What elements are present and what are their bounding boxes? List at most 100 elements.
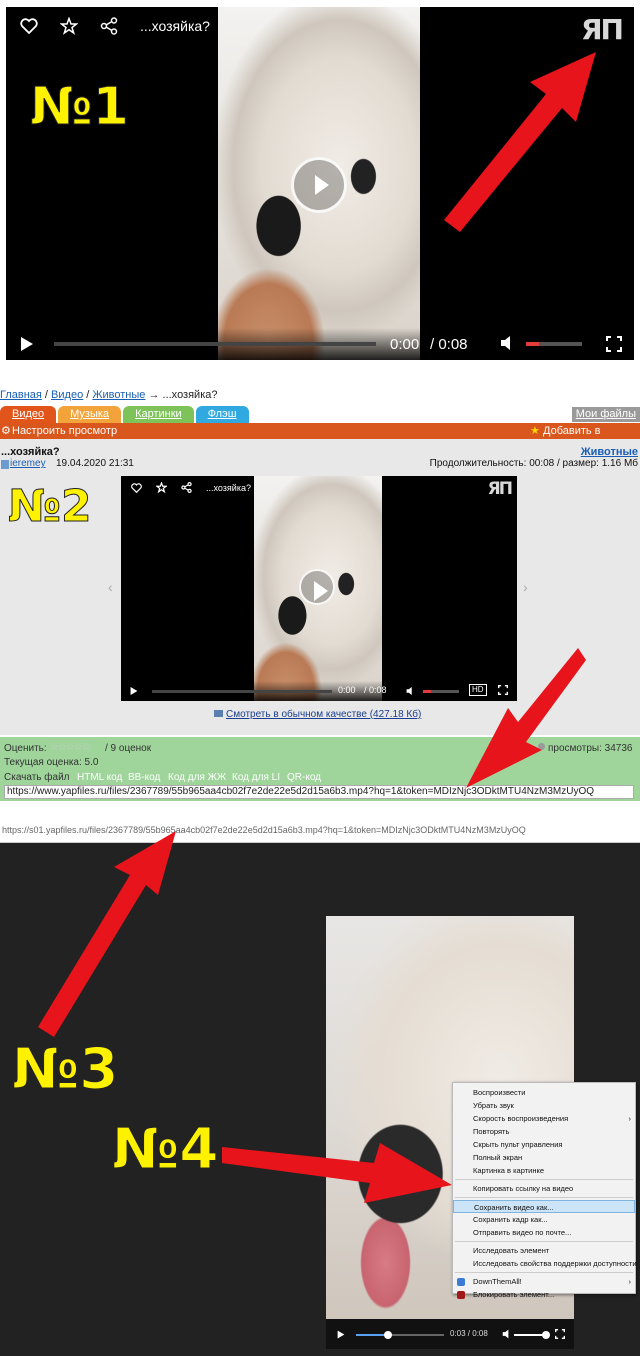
progress-track[interactable] (54, 342, 376, 346)
volume-thumb[interactable] (542, 1331, 550, 1339)
tab-video[interactable]: Видео (0, 406, 57, 423)
volume-icon[interactable] (406, 686, 414, 696)
volume-icon[interactable] (502, 1329, 511, 1339)
submenu-arrow-icon: › (628, 1114, 632, 1123)
label-number-2: №2 (8, 481, 93, 533)
progress-thumb[interactable] (384, 1331, 392, 1339)
menu-block-element[interactable]: Блокировать элемент... (453, 1288, 635, 1301)
time-duration: / 0:08 (364, 685, 387, 695)
rate-label: Оценить: (4, 743, 47, 754)
download-label[interactable]: Скачать файл (4, 772, 70, 783)
li-code-link[interactable]: Код для LI (232, 772, 280, 783)
current-rating: Текущая оценка: 5.0 (4, 757, 99, 768)
play-overlay-button[interactable] (299, 569, 335, 605)
time-display: 0:03 / 0:08 (450, 1329, 488, 1338)
menu-hide-controls[interactable]: Скрыть пульт управления (453, 1138, 635, 1151)
html-code-link[interactable]: HTML код (77, 772, 122, 783)
star-icon[interactable] (156, 482, 167, 493)
ublock-icon (457, 1291, 465, 1299)
progress-track[interactable] (356, 1331, 444, 1339)
breadcrumb: Главная / Видео / Животные → ...хозяйка? (0, 389, 218, 401)
menu-mute[interactable]: Убрать звук (453, 1099, 635, 1112)
category-tabs: Видео Музыка Картинки Флэш (0, 406, 251, 423)
volume-slider[interactable] (423, 690, 459, 693)
breadcrumb-video[interactable]: Видео (51, 389, 83, 401)
menu-email-video[interactable]: Отправить видео по почте... (453, 1226, 635, 1239)
play-overlay-button[interactable] (291, 157, 347, 213)
tab-pictures[interactable]: Картинки (123, 406, 194, 423)
red-arrow-2 (466, 648, 586, 788)
upload-date: 19.04.2020 21:31 (56, 458, 134, 469)
author-link[interactable]: ieremey (10, 458, 46, 469)
my-files-link[interactable]: Мои файлы (571, 407, 640, 422)
menu-downthemall[interactable]: DownThemAll! › (453, 1275, 635, 1288)
settings-link[interactable]: Настроить просмотр (12, 423, 117, 439)
star-icon[interactable] (60, 17, 78, 35)
menu-play[interactable]: Воспроизвести (453, 1086, 635, 1099)
volume-level (526, 342, 539, 346)
label-number-3: №3 (11, 1037, 119, 1103)
tab-music[interactable]: Музыка (58, 406, 122, 423)
progress-track[interactable] (152, 690, 332, 693)
toolbar: ⚙ Настроить просмотр ★ Добавить в заклад… (0, 423, 640, 453)
player-top-bar: ...хозяйка? (131, 482, 251, 493)
tab-flash[interactable]: Флэш (195, 406, 249, 423)
label-number-1: №1 (30, 77, 130, 138)
fullscreen-icon[interactable] (555, 1329, 565, 1339)
video-title: ...хозяйка? (206, 482, 251, 493)
fullscreen-icon[interactable] (606, 336, 622, 352)
menu-copy-video-link[interactable]: Копировать ссылку на видео (453, 1182, 635, 1195)
breadcrumb-sep: / (83, 389, 93, 401)
menu-save-video-as[interactable]: Сохранить видео как... (453, 1200, 635, 1213)
player-top-bar: ...хозяйка? (20, 15, 210, 37)
share-icon[interactable] (181, 482, 192, 493)
menu-picture-in-picture[interactable]: Картинка в картинке (453, 1164, 635, 1177)
breadcrumb-sep: / (41, 389, 52, 401)
play-icon[interactable] (20, 336, 34, 352)
video-player-2[interactable]: ...хозяйка? ЯП 0:00 / 0:08 HD (121, 476, 517, 701)
volume-slider[interactable] (514, 1331, 550, 1339)
menu-separator (455, 1179, 633, 1180)
yapfiles-logo: ЯП (487, 479, 513, 499)
category-link[interactable]: Животные (581, 446, 638, 458)
menu-fullscreen[interactable]: Полный экран (453, 1151, 635, 1164)
menu-playback-speed[interactable]: Скорость воспроизведения › (453, 1112, 635, 1125)
menu-inspect-element[interactable]: Исследовать элемент (453, 1244, 635, 1257)
play-icon[interactable] (337, 1330, 345, 1339)
control-bar-2: 0:00 / 0:08 HD (121, 681, 517, 701)
gear-icon[interactable]: ⚙ (1, 423, 11, 439)
volume-slider[interactable] (526, 342, 582, 346)
film-icon (214, 710, 223, 717)
prev-arrow-icon[interactable]: ‹ (108, 579, 113, 595)
rating-stars[interactable]: ☆☆☆☆☆ (50, 742, 91, 753)
menu-downthemall-label: DownThemAll! (473, 1277, 522, 1286)
heart-icon[interactable] (131, 482, 142, 493)
menu-separator (455, 1197, 633, 1198)
panel-2: Главная / Видео / Животные → ...хозяйка?… (0, 367, 640, 817)
lj-code-link[interactable]: Код для ЖЖ (168, 772, 226, 783)
menu-save-frame-as[interactable]: Сохранить кадр как... (453, 1213, 635, 1226)
next-arrow-icon[interactable]: › (523, 579, 528, 595)
normal-quality-link[interactable]: Смотреть в обычном качестве (427.18 Кб) (226, 709, 421, 720)
video-player-1[interactable]: ...хозяйка? ЯП №1 0:00 / 0:08 (6, 7, 634, 360)
time-current: 0:00 (338, 685, 356, 695)
menu-inspect-accessibility[interactable]: Исследовать свойства поддержки доступнос… (453, 1257, 637, 1270)
play-icon[interactable] (130, 686, 138, 696)
share-icon[interactable] (100, 17, 118, 35)
volume-icon[interactable] (500, 335, 514, 351)
panel-1: ...хозяйка? ЯП №1 0:00 / 0:08 (0, 0, 640, 367)
breadcrumb-home[interactable]: Главная (0, 389, 42, 401)
downthemall-icon (457, 1278, 465, 1286)
red-arrow-4 (222, 1143, 452, 1203)
bb-code-link[interactable]: BB-код (128, 772, 160, 783)
menu-loop[interactable]: Повторять (453, 1125, 635, 1138)
breadcrumb-animals[interactable]: Животные (92, 389, 145, 401)
red-arrow-1 (444, 52, 596, 232)
heart-icon[interactable] (20, 18, 38, 34)
author-icon (1, 460, 9, 469)
qr-code-link[interactable]: QR-код (287, 772, 321, 783)
menu-playback-speed-label: Скорость воспроизведения (473, 1114, 569, 1123)
menu-separator (455, 1272, 633, 1273)
menu-block-element-label: Блокировать элемент... (473, 1290, 555, 1299)
video-controls-3: 0:03 / 0:08 (326, 1319, 574, 1349)
